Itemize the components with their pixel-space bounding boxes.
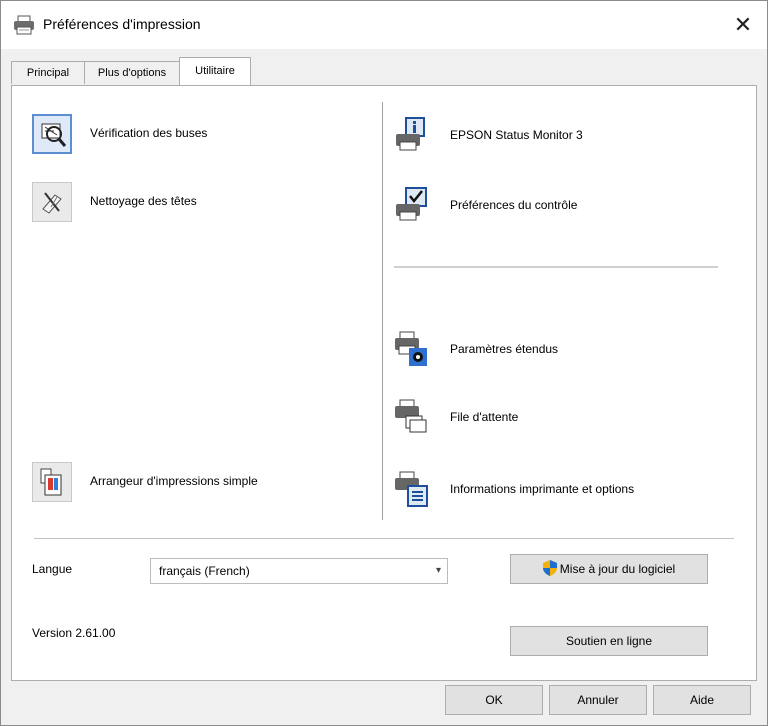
status-monitor-icon[interactable] [392, 116, 430, 154]
tab-utilitaire[interactable]: Utilitaire [179, 57, 251, 85]
close-icon[interactable]: ✕ [727, 9, 759, 41]
monitoring-preferences-icon[interactable] [392, 186, 430, 224]
shield-icon [542, 558, 557, 576]
ok-button[interactable]: OK [445, 685, 543, 715]
extended-settings-label: Paramètres étendus [450, 342, 559, 356]
nozzle-check-icon[interactable] [32, 114, 72, 154]
head-cleaning-icon[interactable] [32, 182, 72, 222]
tab-principal[interactable]: Principal [11, 61, 85, 84]
software-update-button[interactable]: Mise à jour du logiciel [510, 554, 708, 584]
monitoring-preferences-label: Préférences du contrôle [450, 198, 578, 212]
help-button[interactable]: Aide [653, 685, 751, 715]
printer-info-icon[interactable] [392, 470, 430, 508]
print-queue-label: File d'attente [450, 410, 519, 424]
bottom-divider [34, 538, 734, 539]
tab-plus-options[interactable]: Plus d'options [84, 61, 180, 84]
chevron-down-icon: ▾ [435, 565, 441, 576]
version-text: Version 2.61.00 [32, 626, 116, 640]
window-title: Préférences d'impression [43, 16, 201, 32]
printer-info-label: Informations imprimante et options [450, 482, 635, 496]
head-cleaning-label: Nettoyage des têtes [90, 194, 197, 208]
software-update-label: Mise à jour du logiciel [559, 562, 676, 576]
right-column-divider [394, 266, 718, 268]
language-select[interactable]: français (French) ▾ [150, 558, 448, 584]
utility-panel: Vérification des buses Nettoyage des têt… [11, 85, 757, 681]
language-value: français (French) [159, 564, 250, 578]
print-queue-icon[interactable] [392, 398, 430, 436]
extended-settings-icon[interactable] [392, 330, 430, 368]
job-arranger-icon[interactable] [32, 462, 72, 502]
nozzle-check-label: Vérification des buses [90, 126, 208, 140]
cancel-button[interactable]: Annuler [549, 685, 647, 715]
column-divider [382, 102, 383, 520]
language-label: Langue [32, 562, 73, 576]
print-preferences-window: Préférences d'impression ✕ Principal Plu… [0, 0, 768, 726]
job-arranger-label: Arrangeur d'impressions simple [90, 474, 258, 488]
printer-icon [13, 15, 35, 35]
title-bar: Préférences d'impression ✕ [1, 1, 767, 49]
status-monitor-label: EPSON Status Monitor 3 [450, 128, 583, 142]
online-support-button[interactable]: Soutien en ligne [510, 626, 708, 656]
